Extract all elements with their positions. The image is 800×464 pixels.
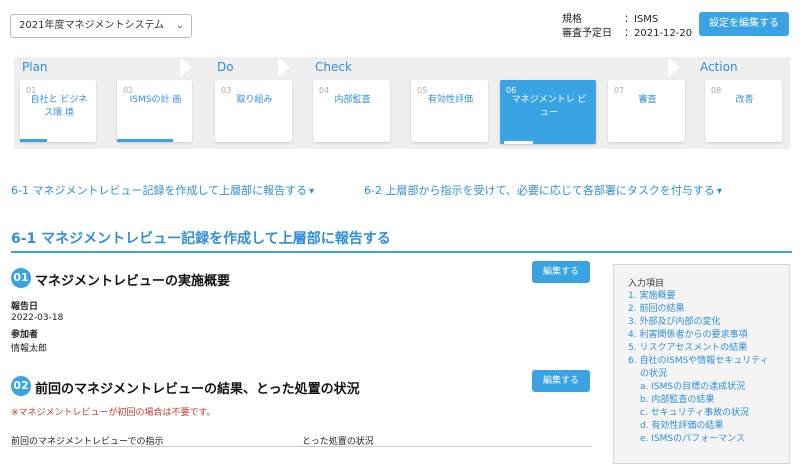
task-link-label: 6-1 マネジメントレビュー記録を作成して上層部に報告する [11,184,308,197]
input-item-link[interactable]: c. セキュリティ事故の状況 [628,407,769,420]
edit-button[interactable]: 編集する [532,370,590,392]
step-07[interactable]: 07 審査 [608,80,685,142]
input-item-link[interactable]: a. ISMSの目標の達成状況 [628,381,769,394]
first-time-note: ※マネジメントレビューが初回の場合は不要です。 [11,408,216,418]
chevron-down-icon: ▾ [716,186,722,197]
step-01[interactable]: 01 自社と ビジネス環 境 [20,80,96,142]
system-select[interactable]: 2021年度マネジメントシステム ⌄ [10,14,192,38]
step-label: 改善 [735,95,754,105]
input-item-link[interactable]: d. 有効性評価の結果 [628,420,769,433]
phase-separator [180,57,192,77]
edit-button[interactable]: 編集する [532,261,590,283]
step-02[interactable]: 02 ISMSの計 画 [117,80,192,142]
item-number-badge: 01 [11,268,31,288]
audit-date-label: 審査予定日 [562,28,612,39]
item-number-badge: 02 [11,376,31,396]
input-item-link[interactable]: 4. 利害関係者からの要求事項 [628,329,769,342]
input-item-link[interactable]: 6. 自社のISMSや情報セキュリティ [628,355,769,368]
input-item-link[interactable]: の状況 [628,368,769,381]
step-progress [504,141,533,144]
step-06[interactable]: 06 マネジメントレ ビュー [500,80,596,144]
step-03[interactable]: 03 取り組み [215,80,292,142]
step-label: ISMSの計 画 [129,95,182,105]
step-label: 取り組み [236,95,273,105]
input-item-link[interactable]: 1. 実施概要 [628,290,769,303]
step-05[interactable]: 05 有効性評価 [411,80,488,142]
input-item-link[interactable]: 2. 前回の結果 [628,303,769,316]
step-08[interactable]: 08 改善 [705,80,782,142]
standard-meta: 規格 ：ISMS 審査予定日 ：2021-12-20 [562,13,692,41]
input-item-link[interactable]: b. 内部監査の結果 [628,394,769,407]
step-label: 内部監査 [334,95,371,105]
report-date-value: 2022-03-18 [11,313,64,323]
item-title: マネジメントレビューの実施概要 [35,274,231,289]
participants-value: 情報太郎 [11,344,48,354]
step-progress [20,139,47,142]
participants-label: 参加者 [11,330,39,340]
phase-plan: Plan [22,60,48,74]
phase-separator [668,57,680,77]
input-item-link[interactable]: 5. リスクアセスメントの結果 [628,342,769,355]
table-divider [11,446,591,447]
system-select-value: 2021年度マネジメントシステム [19,20,165,31]
section-divider [11,251,792,253]
phase-separator [278,57,290,77]
input-item-link[interactable]: e. ISMSのパフォーマンス [628,433,769,446]
step-progress [117,139,174,142]
step-label: マネジメントレ ビュー [511,95,587,118]
input-items-list: 1. 実施概要 2. 前回の結果 3. 外部及び内部の変化 4. 利害関係者からの要求… [628,290,769,446]
task-link-6-1[interactable]: 6-1 マネジメントレビュー記録を作成して上層部に報告する ▾ [11,182,314,198]
phase-do: Do [217,60,234,74]
chevron-down-icon: ▾ [309,186,315,197]
standard-label: 規格 [562,14,582,25]
chevron-down-icon: ⌄ [175,20,184,31]
step-label: 有効性評価 [427,95,473,105]
step-label: 自社と ビジネス環 境 [30,95,88,118]
standard-value: ：ISMS [624,14,659,25]
step-label: 審査 [638,95,657,105]
report-date-label: 報告日 [11,302,39,312]
phase-action: Action [700,60,738,74]
item-title: 前回のマネジメントレビューの結果、とった処置の状況 [35,382,360,397]
section-title: 6-1 マネジメントレビュー記録を作成して上層部に報告する [11,231,391,247]
audit-date-value: ：2021-12-20 [624,28,693,39]
step-04[interactable]: 04 内部監査 [313,80,390,142]
task-link-6-2[interactable]: 6-2 上層部から指示を受けて、必要に応じて各部署にタスクを付与する ▾ [364,182,722,198]
edit-settings-button[interactable]: 設定を編集する [699,12,789,36]
input-item-link[interactable]: 3. 外部及び内部の変化 [628,316,769,329]
input-items-title: 入力項目 [628,279,665,289]
task-link-label: 6-2 上層部から指示を受けて、必要に応じて各部署にタスクを付与する [364,184,715,197]
phase-check: Check [315,60,352,74]
